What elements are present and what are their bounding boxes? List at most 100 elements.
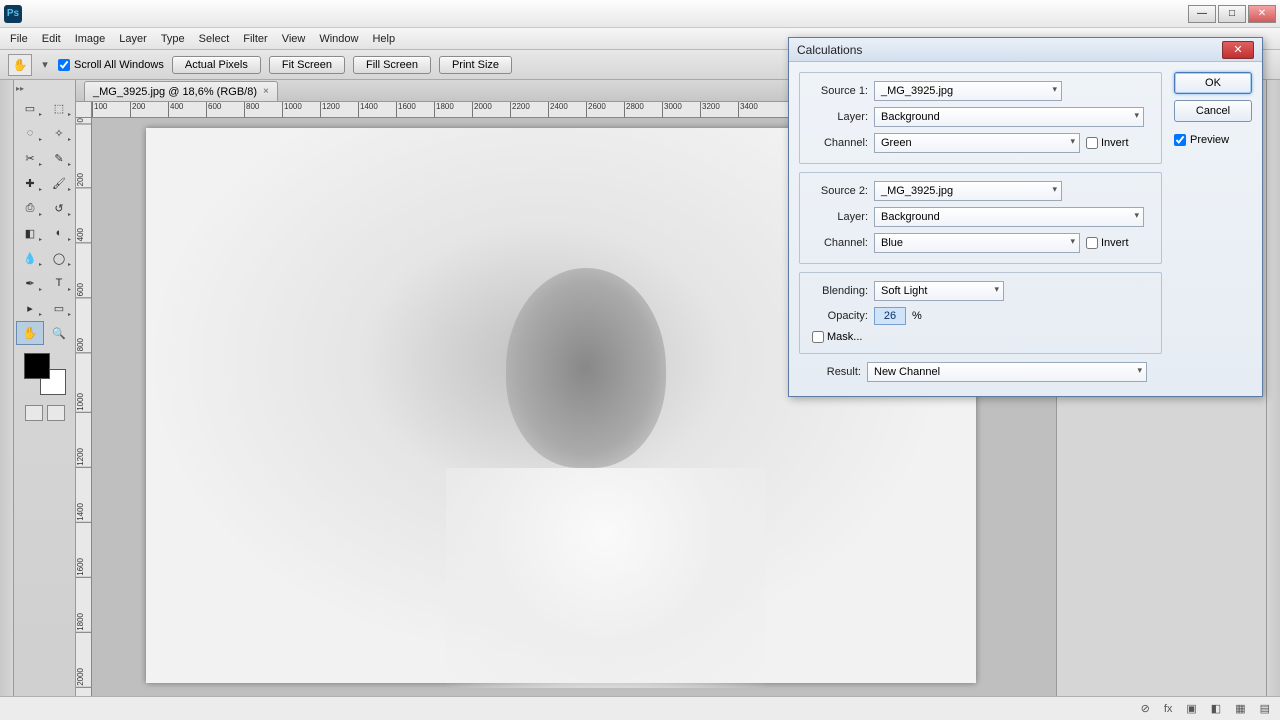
source1-invert-input[interactable] [1086,137,1098,149]
status-icon[interactable]: ▤ [1260,702,1270,715]
source2-channel-select[interactable]: Blue [874,233,1080,253]
status-icon[interactable]: fx [1164,703,1173,715]
maximize-button[interactable]: □ [1218,5,1246,23]
cancel-button[interactable]: Cancel [1174,100,1252,122]
status-icon[interactable]: ▣ [1186,702,1196,715]
eraser-tool[interactable]: ◧▸ [16,221,44,245]
source1-invert-checkbox[interactable]: Invert [1086,137,1129,149]
menu-edit[interactable]: Edit [42,33,61,45]
type-tool[interactable]: T▸ [45,271,73,295]
opacity-label: Opacity: [808,310,868,322]
stamp-tool[interactable]: ⎙▸ [16,196,44,220]
healing-tool[interactable]: ✚▸ [16,171,44,195]
source1-group: Source 1: _MG_3925.jpg Layer: Background… [799,72,1162,164]
ruler-vertical[interactable]: 0200400600800100012001400160018002000 [76,118,92,698]
source2-layer-label: Layer: [808,211,868,223]
result-select[interactable]: New Channel [867,362,1147,382]
menu-window[interactable]: Window [319,33,358,45]
hand-tool-icon[interactable] [8,54,32,76]
screenmode-icon[interactable] [47,405,65,421]
dialog-title: Calculations [797,43,862,57]
foreground-color-well[interactable] [24,353,50,379]
eyedropper-tool[interactable]: ✎▸ [45,146,73,170]
preview-input[interactable] [1174,134,1186,146]
menu-type[interactable]: Type [161,33,185,45]
status-icon[interactable]: ⊘ [1141,702,1150,715]
source1-channel-select[interactable]: Green [874,133,1080,153]
menu-select[interactable]: Select [199,33,230,45]
mask-label: Mask... [827,331,862,343]
document-tab-title: _MG_3925.jpg @ 18,6% (RGB/8) [93,86,257,98]
menu-layer[interactable]: Layer [119,33,147,45]
crop-tool[interactable]: ✂▸ [16,146,44,170]
left-dock-strip[interactable] [0,80,14,720]
right-dock-strip[interactable] [1266,80,1280,720]
menu-help[interactable]: Help [372,33,395,45]
menu-view[interactable]: View [282,33,306,45]
window-buttons: — □ ✕ [1188,5,1276,23]
source2-invert-checkbox[interactable]: Invert [1086,237,1129,249]
titlebar: Ps — □ ✕ [0,0,1280,28]
shape-tool[interactable]: ▭▸ [45,296,73,320]
pen-tool[interactable]: ✒▸ [16,271,44,295]
preview-checkbox[interactable]: Preview [1174,134,1252,146]
mask-input[interactable] [812,331,824,343]
mask-checkbox[interactable]: Mask... [812,331,862,343]
selection-tool[interactable]: ⬚▸ [45,96,73,120]
lasso-tool[interactable]: ◌▸ [16,121,44,145]
print-size-button[interactable]: Print Size [439,56,512,74]
menu-image[interactable]: Image [75,33,106,45]
hand-tool[interactable] [16,321,44,345]
tool-panel-collapse-icon[interactable]: ▸▸ [16,84,28,94]
source2-layer-select[interactable]: Background [874,207,1144,227]
source2-invert-input[interactable] [1086,237,1098,249]
calculations-dialog: Calculations ✕ Source 1: _MG_3925.jpg La… [788,37,1263,397]
move-tool[interactable]: ▭▸ [16,96,44,120]
menu-file[interactable]: File [10,33,28,45]
preview-label: Preview [1190,134,1229,146]
zoom-tool[interactable]: 🔍 [45,321,73,345]
tool-panel: ▸▸ ▭▸ ⬚▸ ◌▸ ✧▸ ✂▸ ✎▸ ✚▸ 🖌▸ ⎙▸ ↺▸ ◧▸ ◐▸ 💧… [14,80,76,720]
source2-invert-label: Invert [1101,237,1129,249]
document-tab[interactable]: _MG_3925.jpg @ 18,6% (RGB/8) × [84,81,278,101]
opacity-input[interactable] [874,307,906,325]
status-icon[interactable]: ◧ [1211,702,1221,715]
source2-label: Source 2: [808,185,868,197]
blur-tool[interactable]: 💧▸ [16,246,44,270]
tool-preset-dropdown[interactable]: ▾ [40,58,50,71]
source2-group: Source 2: _MG_3925.jpg Layer: Background… [799,172,1162,264]
brush-tool[interactable]: 🖌▸ [45,171,73,195]
source1-file-select[interactable]: _MG_3925.jpg [874,81,1062,101]
source1-channel-label: Channel: [808,137,868,149]
path-tool[interactable]: ▸▸ [16,296,44,320]
scroll-all-checkbox-input[interactable] [58,59,70,71]
gradient-tool[interactable]: ◐▸ [45,221,73,245]
actual-pixels-button[interactable]: Actual Pixels [172,56,261,74]
dodge-tool[interactable]: ◯▸ [45,246,73,270]
dialog-titlebar[interactable]: Calculations ✕ [789,38,1262,62]
magic-wand-tool[interactable]: ✧▸ [45,121,73,145]
ok-button[interactable]: OK [1174,72,1252,94]
fit-screen-button[interactable]: Fit Screen [269,56,345,74]
source1-layer-select[interactable]: Background [874,107,1144,127]
close-button[interactable]: ✕ [1248,5,1276,23]
source1-layer-label: Layer: [808,111,868,123]
ruler-corner [76,102,92,118]
source2-file-select[interactable]: _MG_3925.jpg [874,181,1062,201]
scroll-all-windows-checkbox[interactable]: Scroll All Windows [58,59,164,71]
blending-label: Blending: [808,285,868,297]
minimize-button[interactable]: — [1188,5,1216,23]
fill-screen-button[interactable]: Fill Screen [353,56,431,74]
status-icon[interactable]: ▦ [1235,702,1245,715]
history-brush-tool[interactable]: ↺▸ [45,196,73,220]
dialog-close-button[interactable]: ✕ [1222,41,1254,59]
menu-filter[interactable]: Filter [243,33,267,45]
color-wells[interactable] [24,353,66,395]
app-statusbar: ⊘ fx ▣ ◧ ▦ ▤ [0,696,1280,720]
opacity-percent: % [912,310,922,322]
quickmask-icon[interactable] [25,405,43,421]
app-logo: Ps [4,5,22,23]
scroll-all-label: Scroll All Windows [74,59,164,71]
blending-select[interactable]: Soft Light [874,281,1004,301]
document-tab-close-icon[interactable]: × [263,86,269,97]
